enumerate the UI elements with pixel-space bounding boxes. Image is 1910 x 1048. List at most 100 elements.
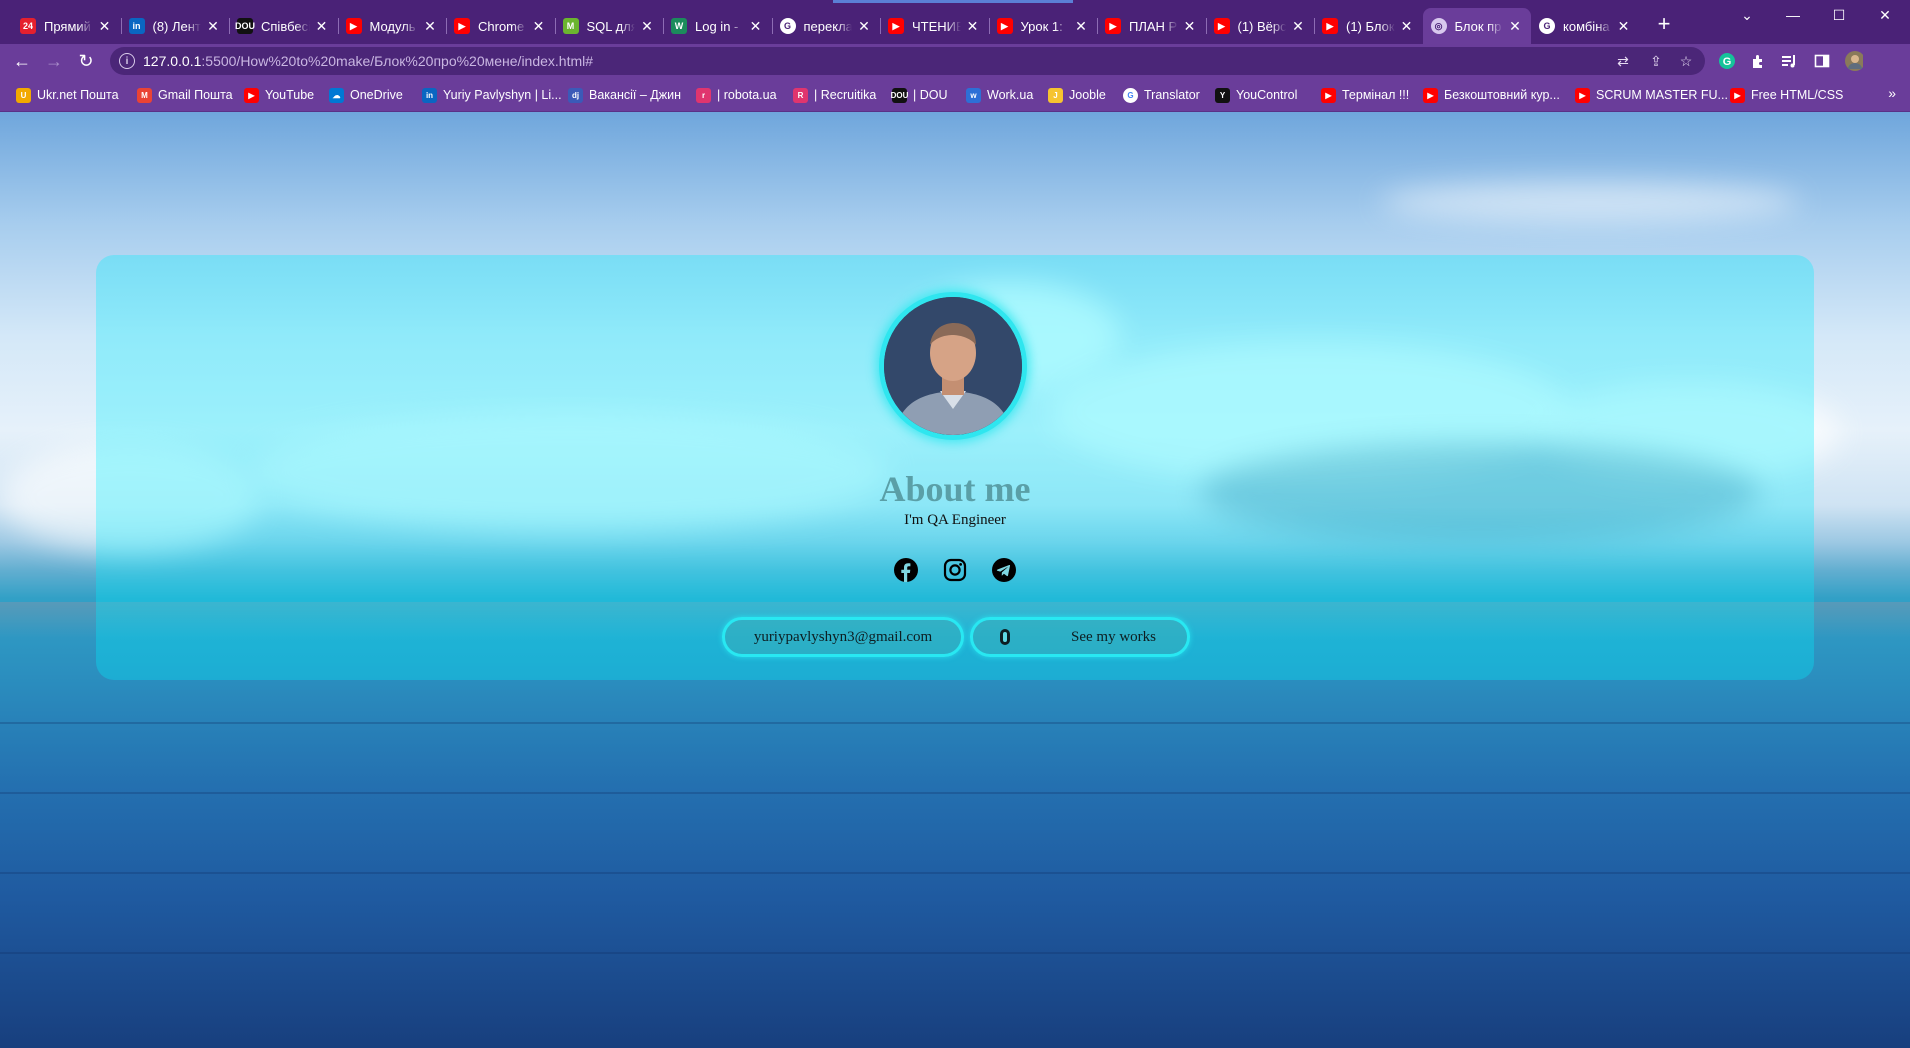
grammarly-icon[interactable]: G: [1718, 52, 1736, 70]
m-icon: M: [562, 18, 579, 34]
bookmark-item[interactable]: ▶ YouTube: [244, 86, 314, 104]
bookmark-label: YouControl: [1236, 88, 1298, 102]
close-tab-icon[interactable]: ✕: [422, 18, 438, 35]
bookmark-item[interactable]: w Work.ua: [966, 86, 1033, 104]
url-text[interactable]: 127.0.0.1:5500/How%20to%20make/Блок%20пр…: [143, 53, 593, 69]
reload-button[interactable]: ↻: [73, 48, 99, 74]
tab[interactable]: ▶ Модуль ✕: [337, 8, 447, 44]
tab[interactable]: ▶ (1) Вёрс ✕: [1205, 8, 1315, 44]
tab-title: Модуль: [369, 18, 416, 34]
bookmark-item[interactable]: ▶ Безкоштовний кур...: [1423, 86, 1560, 104]
close-tab-icon[interactable]: ✕: [639, 18, 655, 35]
minimize-button[interactable]: —: [1770, 0, 1816, 30]
close-tab-icon[interactable]: ✕: [205, 18, 221, 35]
side-panel-icon[interactable]: [1813, 52, 1831, 70]
bookmark-item[interactable]: G Translator: [1123, 86, 1200, 104]
tab[interactable]: ▶ (1) Блок ✕: [1314, 8, 1423, 44]
close-tab-icon[interactable]: ✕: [531, 18, 547, 35]
tab-active[interactable]: ◎ Блок пр ✕: [1422, 8, 1531, 44]
bookmark-label: Вакансії – Джин: [589, 88, 681, 102]
bookmark-item[interactable]: J Jooble: [1048, 86, 1106, 104]
site-info-icon[interactable]: i: [119, 53, 135, 69]
close-tab-icon[interactable]: ✕: [1507, 18, 1523, 35]
dou-icon: DOU: [891, 87, 908, 103]
tab-title: Урок 1:: [1020, 18, 1063, 34]
google-icon: G: [1539, 18, 1555, 34]
background-cloud: [1380, 182, 1800, 222]
bookmark-item[interactable]: ☁ OneDrive: [329, 86, 403, 104]
close-tab-icon[interactable]: ✕: [314, 18, 330, 35]
youtube-icon: ▶: [1213, 18, 1230, 34]
gmail-icon: M: [137, 87, 152, 103]
youtube-icon: ▶: [345, 18, 362, 34]
tab-title: (1) Вёрс: [1237, 18, 1287, 34]
workua-icon: w: [966, 87, 981, 103]
more-bookmarks-icon[interactable]: »: [1888, 85, 1896, 101]
maximize-button[interactable]: ☐: [1816, 0, 1862, 30]
bookmark-item[interactable]: dj Вакансії – Джин: [568, 86, 681, 104]
bookmark-item[interactable]: in Yuriy Pavlyshyn | Li...: [422, 86, 562, 104]
extensions-icon[interactable]: [1749, 52, 1767, 70]
close-tab-icon[interactable]: ✕: [748, 18, 764, 35]
tab[interactable]: W Log in - ✕: [663, 8, 772, 44]
close-tab-icon[interactable]: ✕: [1182, 18, 1198, 35]
bookmark-label: Translator: [1144, 88, 1200, 102]
sea-wave: [0, 952, 1910, 954]
tab-title: (8) Лента: [152, 18, 202, 34]
tab[interactable]: DOU Співбесіда✕: [229, 8, 338, 44]
new-tab-button[interactable]: +: [1652, 13, 1676, 37]
tab[interactable]: in (8) Лента✕: [120, 8, 230, 44]
back-button[interactable]: ←: [9, 48, 35, 74]
youtube-icon: ▶: [244, 87, 259, 103]
dou-icon: DOU: [235, 18, 255, 34]
djinni-icon: dj: [568, 87, 583, 103]
tab[interactable]: ▶ ЧТЕНИЕ ✕: [880, 8, 989, 44]
close-tab-icon[interactable]: ✕: [856, 18, 872, 35]
close-window-button[interactable]: ✕: [1862, 0, 1908, 30]
youtube-icon: ▶: [1730, 87, 1745, 103]
bookmark-item[interactable]: r | robota.ua: [696, 86, 777, 104]
profile-avatar-icon[interactable]: [1845, 51, 1863, 71]
tab[interactable]: Gкомбіна ✕: [1531, 8, 1640, 44]
tab[interactable]: ▶ Chrome ✕: [446, 8, 555, 44]
bookmark-item[interactable]: U Ukr.net Пошта: [16, 86, 119, 104]
url-host: 127.0.0.1: [143, 53, 202, 69]
instagram-icon[interactable]: [942, 557, 968, 583]
close-tab-icon[interactable]: ✕: [1073, 18, 1089, 35]
close-tab-icon[interactable]: ✕: [1399, 18, 1415, 35]
ukrnet-icon: U: [16, 87, 31, 103]
bookmark-item[interactable]: ▶ Free HTML/CSS: [1730, 86, 1843, 104]
profile-photo: [879, 292, 1027, 440]
share-icon[interactable]: ⇪: [1648, 53, 1664, 69]
tab[interactable]: M SQL для ✕: [554, 8, 664, 44]
forward-button[interactable]: →: [41, 48, 67, 74]
translate-icon[interactable]: ⇄: [1615, 53, 1631, 69]
bookmark-label: Jooble: [1069, 88, 1106, 102]
bookmark-item[interactable]: Y YouControl: [1215, 86, 1297, 104]
bookmark-item[interactable]: M Gmail Пошта: [137, 86, 233, 104]
address-bar[interactable]: i 127.0.0.1:5500/How%20to%20make/Блок%20…: [110, 47, 1705, 75]
telegram-icon[interactable]: [991, 557, 1017, 583]
sea-wave: [0, 792, 1910, 794]
bookmark-item[interactable]: DOU | DOU: [891, 86, 948, 104]
bookmark-item[interactable]: ▶ Термінал !!!: [1321, 86, 1409, 104]
tab[interactable]: 24 Прямий ✕: [12, 8, 121, 44]
close-tab-icon[interactable]: ✕: [1290, 18, 1306, 35]
tab[interactable]: ▶ Урок 1: ✕: [988, 8, 1098, 44]
tab[interactable]: Gперекла ✕: [771, 8, 881, 44]
bookmarks-bar: U Ukr.net Пошта M Gmail Пошта ▶ YouTube ☁ OneDr…: [0, 78, 1910, 112]
media-control-icon[interactable]: [1780, 52, 1798, 70]
tab[interactable]: ▶ ПЛАН Р ✕: [1097, 8, 1206, 44]
bookmark-star-icon[interactable]: ☆: [1678, 53, 1694, 69]
tab-search-icon[interactable]: ⌄: [1724, 0, 1770, 30]
bookmark-item[interactable]: ▶ SCRUM MASTER FU...: [1575, 86, 1728, 104]
email-button[interactable]: yuriypavlyshyn3@gmail.com: [722, 617, 964, 657]
email-label: yuriypavlyshyn3@gmail.com: [753, 628, 933, 645]
browser-toolbar: ← → ↻ i 127.0.0.1:5500/How%20to%20make/Б…: [0, 44, 1910, 78]
close-tab-icon[interactable]: ✕: [97, 18, 113, 35]
facebook-icon[interactable]: [893, 557, 919, 583]
see-my-works-button[interactable]: See my works: [970, 617, 1190, 657]
close-tab-icon[interactable]: ✕: [965, 18, 981, 35]
close-tab-icon[interactable]: ✕: [1616, 18, 1632, 35]
bookmark-item[interactable]: R | Recruitika: [793, 86, 876, 104]
